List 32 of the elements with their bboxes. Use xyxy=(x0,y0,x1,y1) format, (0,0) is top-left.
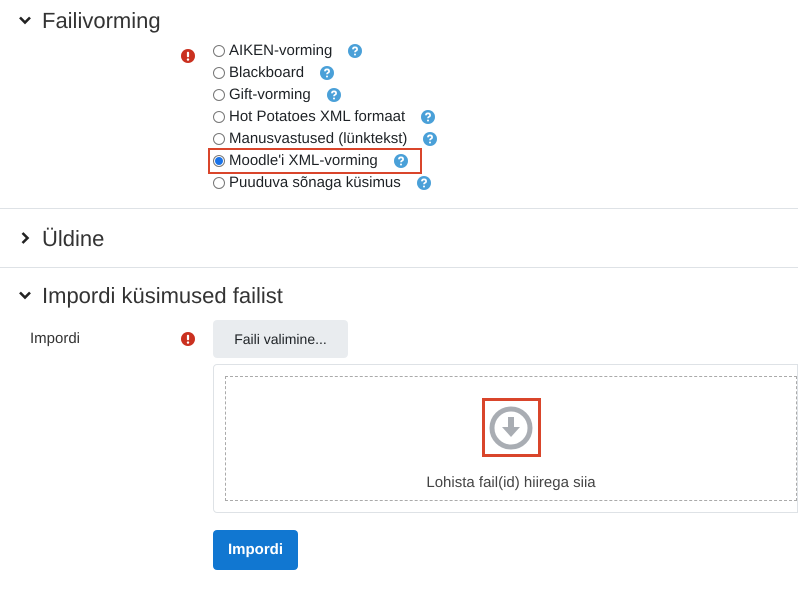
field-label: Impordi xyxy=(29,328,82,349)
help-icon[interactable] xyxy=(348,44,362,58)
radio-button[interactable] xyxy=(213,111,225,123)
section-header[interactable]: Impordi küsimused failist xyxy=(0,268,798,320)
radio-option[interactable]: Moodle'i XML-vorming xyxy=(213,150,378,172)
radio-option[interactable]: Manusvastused (lünktekst) xyxy=(213,128,408,150)
import-button[interactable]: Impordi xyxy=(213,530,298,570)
error-icon xyxy=(181,49,195,63)
help-icon[interactable] xyxy=(326,88,341,102)
radio-option[interactable]: Blackboard xyxy=(213,62,304,84)
section-header[interactable]: Üldine xyxy=(0,209,798,267)
help-icon[interactable] xyxy=(320,66,334,80)
drop-area[interactable]: Lohista fail(id) hiirega siia xyxy=(225,376,797,501)
choose-file-button[interactable]: Faili valimine... xyxy=(213,320,348,358)
radio-option[interactable]: Hot Potatoes XML formaat xyxy=(213,106,406,128)
radio-option[interactable]: Gift-vorming xyxy=(213,84,311,106)
help-icon[interactable] xyxy=(421,110,436,124)
radio-button[interactable] xyxy=(213,89,225,101)
radio-option[interactable]: Puuduva sõnaga küsimus xyxy=(213,172,401,194)
radio-button[interactable] xyxy=(213,177,225,189)
download-icon xyxy=(489,406,533,450)
help-icon[interactable] xyxy=(423,132,438,146)
help-icon[interactable] xyxy=(416,176,431,190)
radio-button[interactable] xyxy=(213,133,225,145)
dropzone-text: Lohista fail(id) hiirega siia xyxy=(426,473,596,493)
radio-button[interactable] xyxy=(213,67,225,79)
error-icon xyxy=(181,332,195,346)
radio-button[interactable] xyxy=(213,45,225,57)
help-icon[interactable] xyxy=(394,154,408,168)
radio-button[interactable] xyxy=(213,155,225,167)
radio-option[interactable]: AIKEN-vorming xyxy=(213,40,332,62)
section-header[interactable]: Failivorming xyxy=(0,0,798,38)
